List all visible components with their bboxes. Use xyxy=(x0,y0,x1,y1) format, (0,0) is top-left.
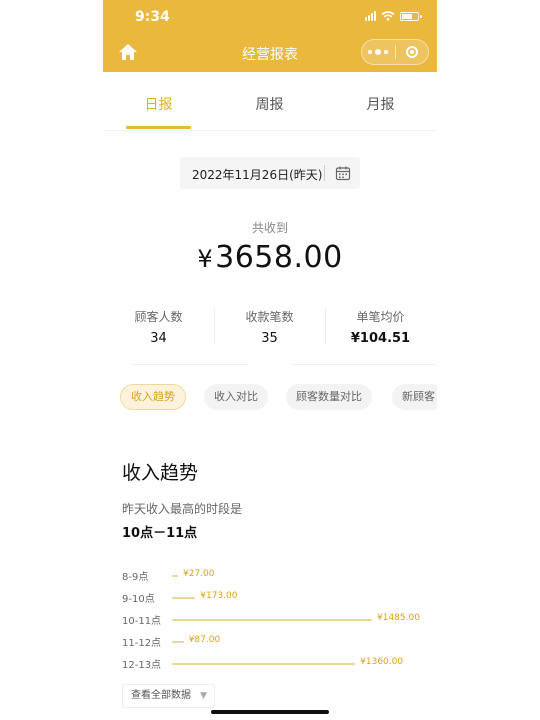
app-header: 9:34 经营报表 xyxy=(103,0,437,72)
report-tabs: 日报 周报 月报 xyxy=(103,72,437,131)
stat-value: ¥104.51 xyxy=(350,331,411,346)
stat-label: 单笔均价 xyxy=(356,310,405,324)
bar-mark xyxy=(172,597,196,599)
bar-category-label: 9-10点 xyxy=(122,594,155,605)
bar-value-label: ¥27.00 xyxy=(183,569,215,579)
bar-value-label: ¥173.00 xyxy=(200,591,238,601)
bar-row: 11-12点 ¥87.00 xyxy=(103,632,437,654)
date-value: 2022年11月26日(昨天) xyxy=(192,168,323,182)
close-miniprogram-button[interactable] xyxy=(396,40,429,64)
date-picker[interactable]: 2022年11月26日(昨天) xyxy=(180,157,360,189)
stat-label: 收款笔数 xyxy=(245,310,294,324)
bar-value-label: ¥1485.00 xyxy=(377,613,420,623)
calendar-icon[interactable] xyxy=(335,165,351,181)
status-bar: 9:34 xyxy=(103,0,437,34)
tab-daily[interactable]: 日报 xyxy=(103,94,214,114)
peak-period-label: 昨天收入最高的时段是 xyxy=(122,502,243,516)
chip-customer-compare[interactable]: 顾客数量对比 xyxy=(286,384,372,410)
signal-icon xyxy=(365,11,376,21)
total-received-amount: ¥3658.00 xyxy=(103,240,437,275)
bar-category-label: 8-9点 xyxy=(122,572,149,583)
peak-period-value: 10点－11点 xyxy=(122,526,198,541)
bar-row: 8-9点 ¥27.00 xyxy=(103,566,437,588)
chip-income-trend[interactable]: 收入趋势 xyxy=(120,384,186,410)
bar-category-label: 11-12点 xyxy=(122,638,162,649)
stat-value: 34 xyxy=(150,331,167,346)
section-title: 收入趋势 xyxy=(122,462,199,484)
bar-mark xyxy=(172,619,372,621)
view-all-data-button[interactable]: 查看全部数据 ▼ xyxy=(122,684,215,708)
bar-value-label: ¥1360.00 xyxy=(360,657,404,667)
view-all-label: 查看全部数据 xyxy=(131,690,191,701)
navbar: 经营报表 xyxy=(103,34,437,72)
bar-row: 10-11点 ¥1485.00 xyxy=(103,610,437,632)
caret-down-icon: ▼ xyxy=(200,691,207,701)
date-divider xyxy=(324,165,325,181)
stat-value: 35 xyxy=(261,331,278,346)
stat-label: 顾客人数 xyxy=(134,310,183,324)
more-menu-button[interactable] xyxy=(362,40,395,64)
tab-monthly[interactable]: 月报 xyxy=(325,94,436,114)
amount-value: 3658.00 xyxy=(215,240,343,275)
active-tab-indicator xyxy=(126,126,191,129)
chip-income-compare[interactable]: 收入对比 xyxy=(204,384,268,410)
stat-divider-line xyxy=(293,364,437,365)
chip-new-customers[interactable]: 新顾客 xyxy=(392,384,437,410)
bar-row: 9-10点 ¥173.00 xyxy=(103,588,437,610)
bar-mark xyxy=(172,663,356,665)
bar-mark xyxy=(172,641,184,643)
status-time: 9:34 xyxy=(135,9,170,25)
wifi-icon xyxy=(381,11,395,21)
currency-symbol: ¥ xyxy=(197,245,214,273)
miniprogram-capsule xyxy=(361,39,429,65)
bar-category-label: 12-13点 xyxy=(122,660,162,671)
battery-icon xyxy=(400,11,422,21)
stat-average-price: 单笔均价 ¥104.51 xyxy=(325,308,436,346)
phone-screen: 9:34 经营报表 日报 周报 月报 2022年11月26日(昨天) 共收到 ¥… xyxy=(103,0,437,720)
stat-divider-line xyxy=(133,364,248,365)
bar-mark xyxy=(172,575,178,577)
stat-customers: 顾客人数 34 xyxy=(103,308,214,346)
tab-weekly[interactable]: 周报 xyxy=(214,94,325,114)
total-received-label: 共收到 xyxy=(251,221,288,235)
bar-value-label: ¥87.00 xyxy=(188,635,221,645)
home-indicator xyxy=(211,710,329,714)
filter-chip-bar: 收入趋势 收入对比 顾客数量对比 新顾客 xyxy=(120,384,437,410)
bar-row: 12-13点 ¥1360.00 xyxy=(103,654,437,676)
status-icons xyxy=(365,11,422,21)
stat-transactions: 收款笔数 35 xyxy=(214,308,325,346)
target-icon xyxy=(405,46,418,58)
bar-category-label: 10-11点 xyxy=(122,616,162,627)
